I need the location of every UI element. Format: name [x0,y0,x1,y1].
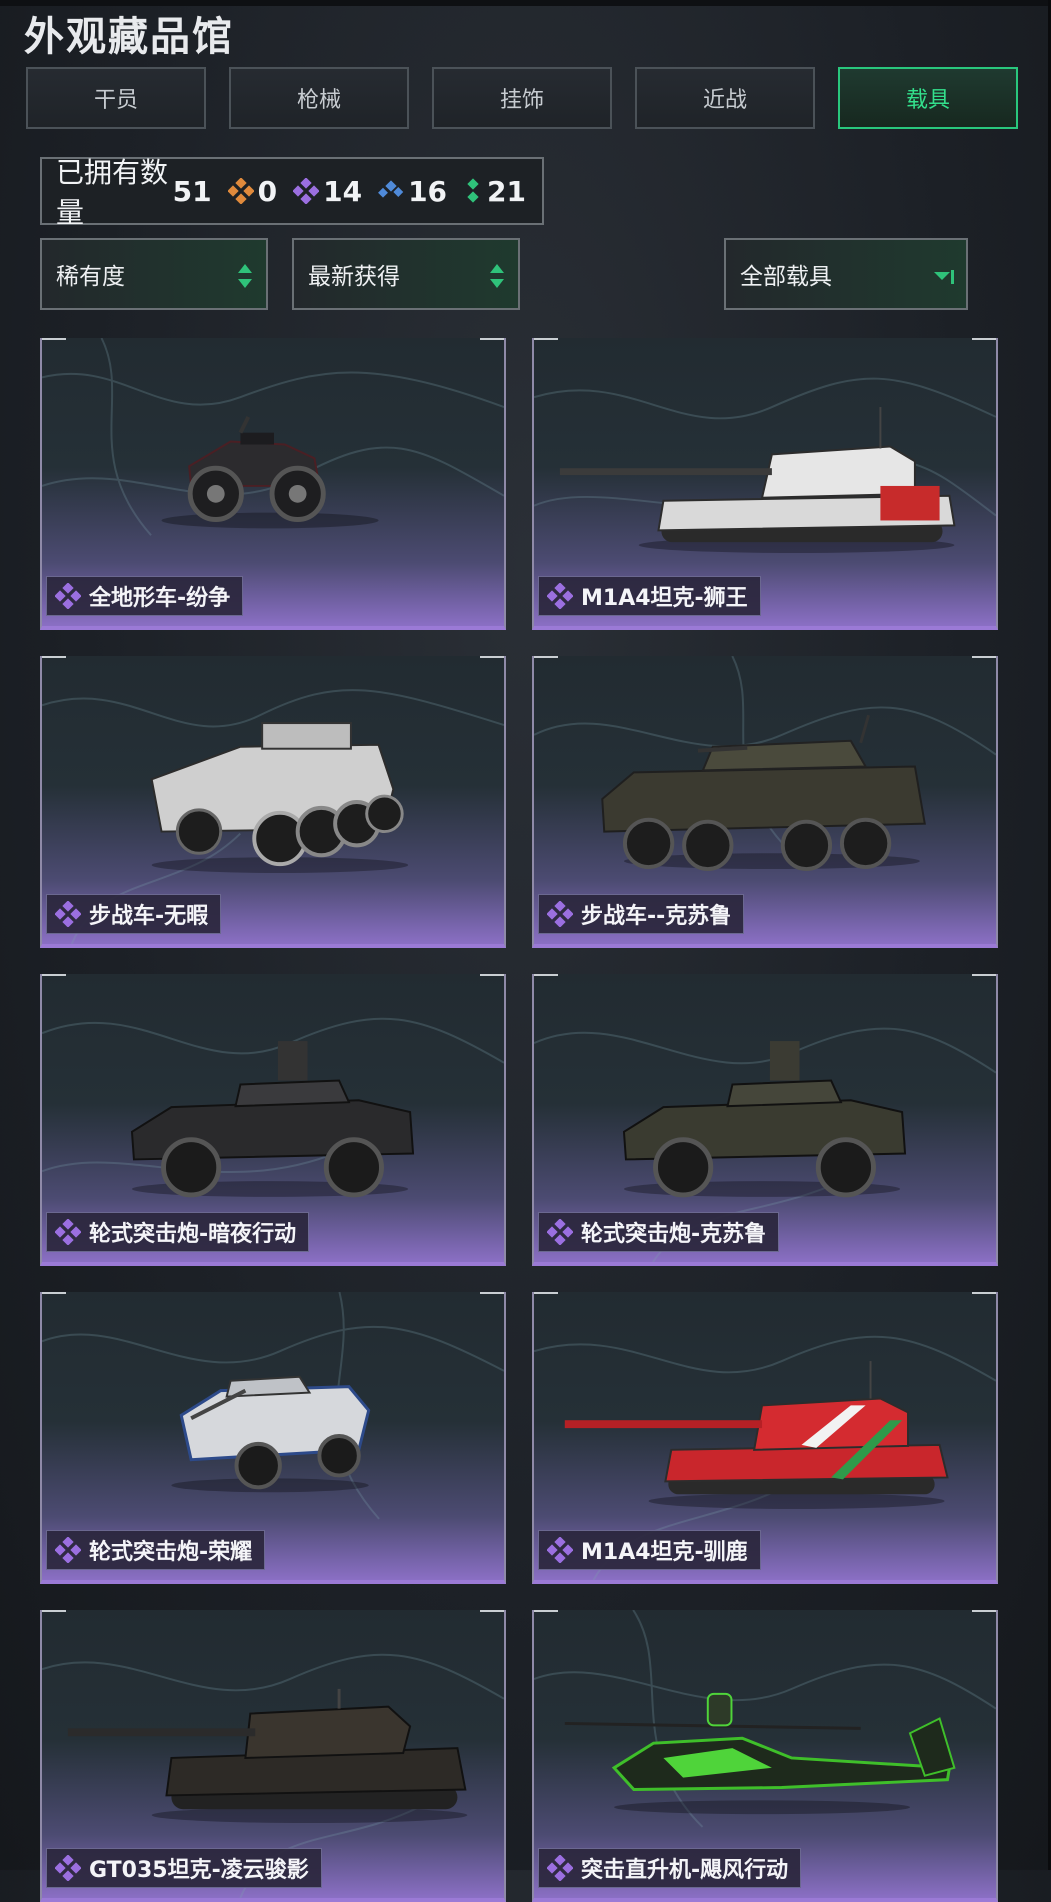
vehicle-name-tag: 轮式突击炮-克苏鲁 [538,1212,780,1252]
purple-diamond-icon [547,901,573,927]
vehicle-card[interactable]: M1A4坦克-驯鹿 [532,1292,998,1584]
vehicle-name: 步战车-无暇 [89,904,209,929]
vehicle-name-tag: 轮式突击炮-暗夜行动 [46,1212,310,1252]
vehicle-card[interactable]: 步战车--克苏鲁 [532,656,998,948]
tab-label: 枪械 [296,88,341,113]
tab-label: 干员 [93,88,138,113]
owned-total: 51 [172,174,212,208]
page-title: 外观藏品馆 [24,14,234,60]
vehicle-card[interactable]: 全地形车-纷争 [40,338,506,630]
rarity-orange: 0 [227,174,278,208]
purple-diamond-icon [547,1537,573,1563]
rarity-count: 0 [257,174,278,208]
purple-diamond-icon [55,1537,81,1563]
purple-diamond-icon [55,1855,81,1881]
rarity-count: 21 [487,174,526,208]
select-value: 稀有度 [56,264,125,290]
tab-charms[interactable]: 挂饰 [432,67,612,129]
vehicle-category-select[interactable]: 全部载具 [724,238,968,310]
purple-diamond-icon [55,901,81,927]
vehicle-name-tag: 步战车-无暇 [46,894,222,934]
purple-diamond-icon [55,583,81,609]
rarity-blue: 16 [378,175,447,208]
vehicle-name-tag: M1A4坦克-驯鹿 [538,1530,761,1570]
purple-diamond-icon [547,583,573,609]
rarity-green: 21 [463,175,526,208]
vehicle-card[interactable]: M1A4坦克-狮王 [532,338,998,630]
vehicle-card[interactable]: GT035坦克-凌云骏影 [40,1610,506,1902]
tab-label: 载具 [905,88,950,113]
vehicle-name: GT035坦克-凌云骏影 [89,1858,309,1883]
vehicle-card[interactable]: 步战车-无暇 [40,656,506,948]
vehicle-name: 轮式突击炮-克苏鲁 [581,1222,767,1247]
vehicle-name: M1A4坦克-狮王 [581,586,748,611]
vehicle-card[interactable]: 突击直升机-飓风行动 [532,1610,998,1902]
tab-weapons[interactable]: 枪械 [229,67,409,129]
vehicle-name-tag: 步战车--克苏鲁 [538,894,745,934]
vehicle-name: 轮式突击炮-暗夜行动 [89,1222,297,1247]
vehicle-name-tag: 突击直升机-飓风行动 [538,1848,802,1888]
purple-diamond-icon [55,1219,81,1245]
owned-count-panel: 已拥有数量 51 0 14 16 21 [40,156,544,229]
vehicle-name-tag: 全地形车-纷争 [46,576,244,616]
sort-arrows-icon [238,264,252,288]
vehicle-card[interactable]: 轮式突击炮-荣耀 [40,1292,506,1584]
rarity-count: 14 [323,174,363,208]
vehicle-name: 突击直升机-飓风行动 [581,1858,789,1883]
vehicle-name-tag: 轮式突击炮-荣耀 [46,1530,266,1570]
green-diamond-icon [467,178,479,203]
purple-diamond-icon [547,1219,573,1245]
owned-label: 已拥有数量 [56,156,169,229]
sort-order-select[interactable]: 最新获得 [292,238,520,310]
tab-label: 挂饰 [499,88,544,113]
vehicle-card[interactable]: 轮式突击炮-暗夜行动 [40,974,506,1266]
chevron-down-icon [934,270,954,284]
purple-diamond-icon [547,1855,573,1881]
rarity-count: 16 [408,174,448,208]
select-value: 最新获得 [308,264,400,290]
tab-vehicles[interactable]: 载具 [838,67,1018,129]
rarity-purple: 14 [293,175,362,208]
vehicle-card[interactable]: 轮式突击炮-克苏鲁 [532,974,998,1266]
blue-diamond-icon [378,180,404,198]
orange-diamond-icon [227,178,254,204]
vehicle-name-tag: GT035坦克-凌云骏影 [46,1848,322,1888]
vehicle-name: 全地形车-纷争 [89,586,231,611]
sort-arrows-icon [490,264,504,288]
select-value: 全部载具 [740,264,832,290]
tab-melee[interactable]: 近战 [635,67,815,129]
vehicle-name-tag: M1A4坦克-狮王 [538,576,761,616]
vehicle-name: 轮式突击炮-荣耀 [89,1540,253,1565]
rarity-sort-select[interactable]: 稀有度 [40,238,268,310]
purple-diamond-icon [293,178,320,204]
vehicle-name: 步战车--克苏鲁 [581,904,732,929]
vehicle-name: M1A4坦克-驯鹿 [581,1540,748,1565]
tab-operators[interactable]: 干员 [26,67,206,129]
tab-label: 近战 [702,88,747,113]
